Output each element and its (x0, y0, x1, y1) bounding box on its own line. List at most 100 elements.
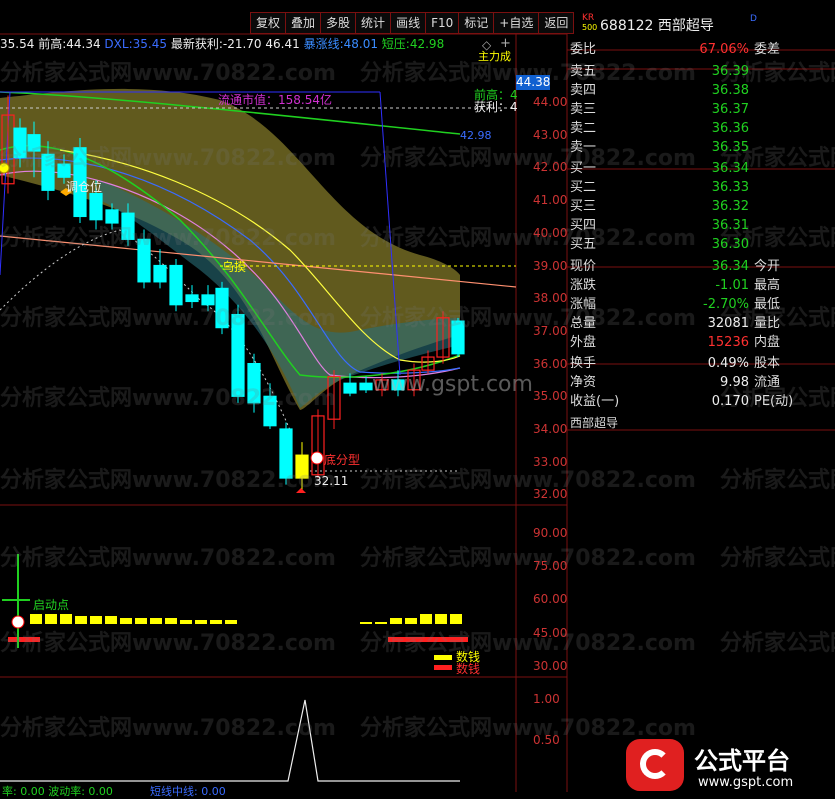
count-money-label-2: 数钱 (456, 662, 481, 676)
start-point-label: 启动点 (33, 598, 70, 612)
price-tick-label: 39.00 (533, 258, 568, 273)
toolbar: 复权 叠加 多股 统计 画线 F10 标记 +自选 返回 (250, 12, 575, 34)
bottom-fractal-icon (310, 451, 324, 465)
indicator-red-bar (388, 637, 468, 642)
candle-body (185, 294, 199, 303)
info-value: 46.41 (265, 37, 300, 51)
candle-body (153, 264, 167, 283)
quote-row: 换手 0.49% 股本 (568, 354, 835, 373)
quote-value: 36.34 (711, 259, 749, 274)
site-watermark: www.gspt.com (372, 372, 533, 397)
ask-row[interactable]: 卖二 36.36 (568, 119, 835, 138)
quote-label-2: 最高 (754, 278, 781, 293)
price-tick-label: 43.00 (533, 127, 568, 142)
ask-label: 卖三 (570, 102, 597, 117)
price-tick-label: 33.00 (533, 454, 568, 469)
bid-label: 买二 (570, 180, 597, 195)
multi-stock-button[interactable]: 多股 (320, 12, 356, 34)
info-value: 35.45 (132, 37, 167, 51)
quote-label: 涨跌 (570, 278, 597, 293)
ask-row[interactable]: 卖四 36.38 (568, 81, 835, 100)
current-price-tag: 44.38 (516, 75, 551, 90)
info-label: 短压: (381, 37, 410, 51)
bottom-indicator-line (0, 699, 460, 782)
candle-body (13, 127, 27, 159)
price-tick-label: 40.00 (533, 225, 568, 240)
indicator-bar (360, 622, 372, 624)
info-label: DXL: (104, 37, 133, 51)
candle-body (41, 153, 55, 191)
low-arrow-icon (296, 488, 306, 493)
indicator-bar (45, 614, 57, 624)
f10-button[interactable]: F10 (425, 12, 459, 34)
quote-label: 换手 (570, 356, 597, 371)
info-value: -21.70 (222, 37, 262, 51)
indicator-bar (405, 618, 417, 624)
bid-row[interactable]: 买五 36.30 (568, 235, 835, 254)
quote-label-2: 流通 (754, 375, 781, 390)
indicator-bar (450, 614, 462, 624)
logo-text: 公式平台 (694, 747, 790, 775)
quote-label-2: 股本 (754, 356, 781, 371)
ask-label: 卖五 (570, 64, 597, 79)
ask-row[interactable]: 卖一 36.35 (568, 138, 835, 157)
candle-body (263, 395, 277, 427)
price-tick-label: 34.00 (533, 422, 568, 436)
ask-row[interactable]: 卖三 36.37 (568, 100, 835, 119)
statistics-button[interactable]: 统计 (355, 12, 391, 34)
candle-body (247, 363, 261, 404)
order-ratio-row: 委比 67.06% 委差 (568, 40, 835, 59)
add-watchlist-button[interactable]: +自选 (493, 12, 539, 34)
ask-row[interactable]: 卖五 36.39 (568, 62, 835, 81)
signal-dot-icon (0, 162, 10, 174)
indicator-tick-label: 45.00 (533, 625, 568, 640)
info-label: 前高: (38, 37, 67, 51)
indicator-bar (30, 614, 42, 624)
mark-button[interactable]: 标记 (458, 12, 494, 34)
quote-row: 收益(一) 0.170 PE(动) (568, 392, 835, 411)
indicator-bar (105, 616, 117, 624)
candle-body (89, 192, 103, 221)
candle-body (57, 163, 71, 178)
candle-body (137, 238, 151, 283)
quote-label-2: PE(动) (754, 394, 794, 409)
ask-price: 36.35 (711, 140, 749, 155)
info-value: 48.01 (343, 37, 378, 51)
logo-g-glyph (640, 749, 670, 779)
adjust-position-label: 调仓位 (66, 180, 103, 194)
diamond-icon[interactable]: ◇ (482, 38, 491, 52)
quote-value: -2.70% (703, 297, 749, 312)
indicator-bar (75, 616, 87, 624)
overlay-button[interactable]: 叠加 (285, 12, 321, 34)
bid-row[interactable]: 买三 36.32 (568, 197, 835, 216)
quote-panel: KR 500 688122 西部超导 D 委比 67.06% 委差 卖五 36.3… (568, 12, 835, 792)
quote-value: 0.49% (707, 356, 749, 371)
bid-row[interactable]: 买二 36.33 (568, 178, 835, 197)
indicator-bar (210, 620, 222, 624)
price-tick-label: 38.00 (533, 291, 568, 306)
indicator-red-bar (8, 637, 40, 642)
indicator-bar (165, 618, 177, 624)
indicator-bar (420, 614, 432, 624)
draw-line-button[interactable]: 画线 (390, 12, 426, 34)
candle-body (105, 209, 119, 224)
profit-mark: 获利：4 (474, 100, 518, 114)
bid-label: 买四 (570, 218, 597, 233)
indicator-bar (390, 618, 402, 624)
bid-label: 买三 (570, 199, 597, 214)
price-tick-label: 41.00 (533, 193, 568, 208)
quote-label-2: 内盘 (754, 335, 781, 350)
candle-body (169, 264, 183, 306)
candle-body (343, 382, 357, 394)
order-ratio-label: 委比 (570, 42, 597, 57)
indicator-bar (225, 620, 237, 624)
restore-rights-button[interactable]: 复权 (250, 12, 286, 34)
bid-label: 买一 (570, 161, 597, 176)
price-tick-label: 42.00 (533, 160, 568, 175)
plus-icon[interactable]: + (500, 36, 511, 51)
indicator-bar (195, 620, 207, 624)
legend-swatch (434, 665, 452, 670)
bid-row[interactable]: 买一 36.34 (568, 159, 835, 178)
stock-title: 688122 西部超导 (600, 18, 714, 34)
bid-row[interactable]: 买四 36.31 (568, 216, 835, 235)
